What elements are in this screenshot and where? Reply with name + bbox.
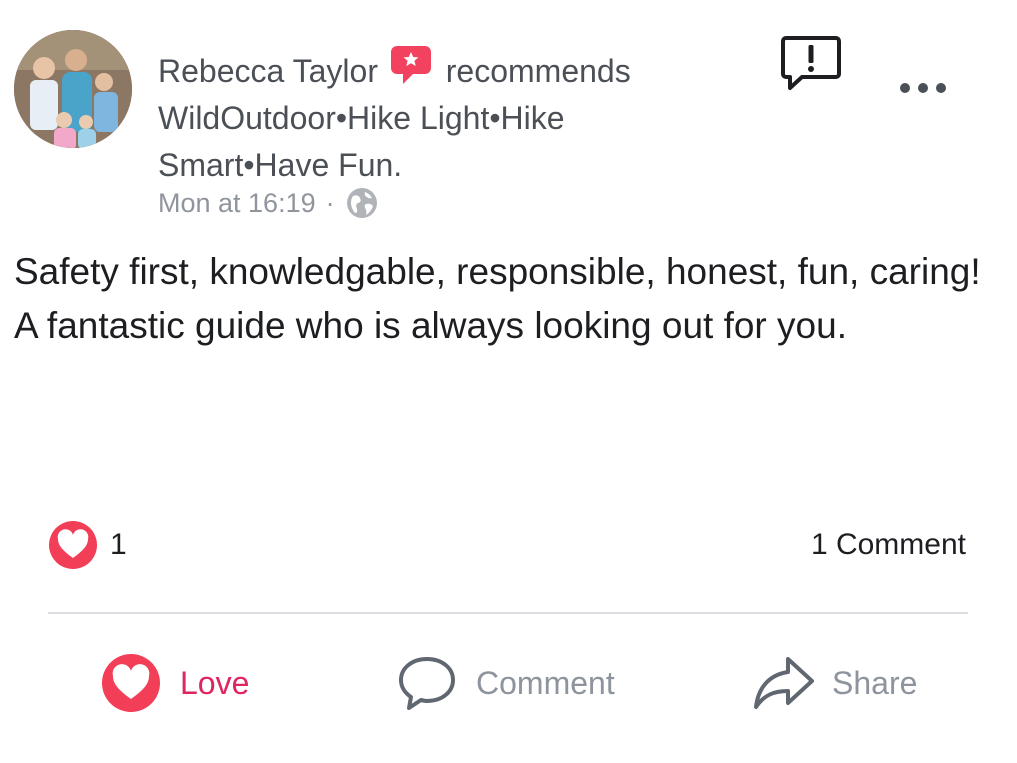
divider: [48, 612, 968, 614]
post-meta: Mon at 16:19 ·: [158, 186, 379, 220]
love-label: Love: [180, 664, 250, 701]
love-reaction-icon[interactable]: [48, 520, 98, 570]
meta-separator: ·: [325, 187, 335, 218]
globe-icon: [346, 188, 377, 218]
comment-button[interactable]: Comment: [396, 648, 615, 718]
page-name[interactable]: WildOutdoor•Hike Light•Hike Smart•Have F…: [158, 100, 565, 183]
share-label: Share: [832, 664, 918, 701]
comment-icon: [399, 657, 455, 710]
comment-count[interactable]: 1 Comment: [811, 528, 966, 562]
profile-photo: [14, 30, 132, 148]
feed-post: Rebecca Taylor recommends WildOutdoor•Hi…: [0, 0, 1017, 763]
more-options-icon[interactable]: [895, 78, 951, 98]
avatar[interactable]: [14, 30, 132, 148]
comment-label: Comment: [476, 664, 615, 701]
share-icon: [754, 657, 814, 709]
timestamp[interactable]: Mon at 16:19: [158, 188, 316, 219]
share-button[interactable]: Share: [752, 648, 917, 718]
author-name[interactable]: Rebecca Taylor: [158, 53, 378, 89]
love-icon: [102, 654, 160, 712]
report-icon[interactable]: [780, 34, 842, 92]
recommends-verb: recommends: [445, 53, 631, 89]
recommendation-icon: [390, 46, 431, 84]
reaction-count[interactable]: 1: [110, 528, 127, 562]
love-button[interactable]: Love: [100, 648, 249, 718]
post-body: Safety first, knowledgable, responsible,…: [14, 251, 981, 346]
post-header: Rebecca Taylor recommends WildOutdoor•Hi…: [158, 42, 718, 189]
